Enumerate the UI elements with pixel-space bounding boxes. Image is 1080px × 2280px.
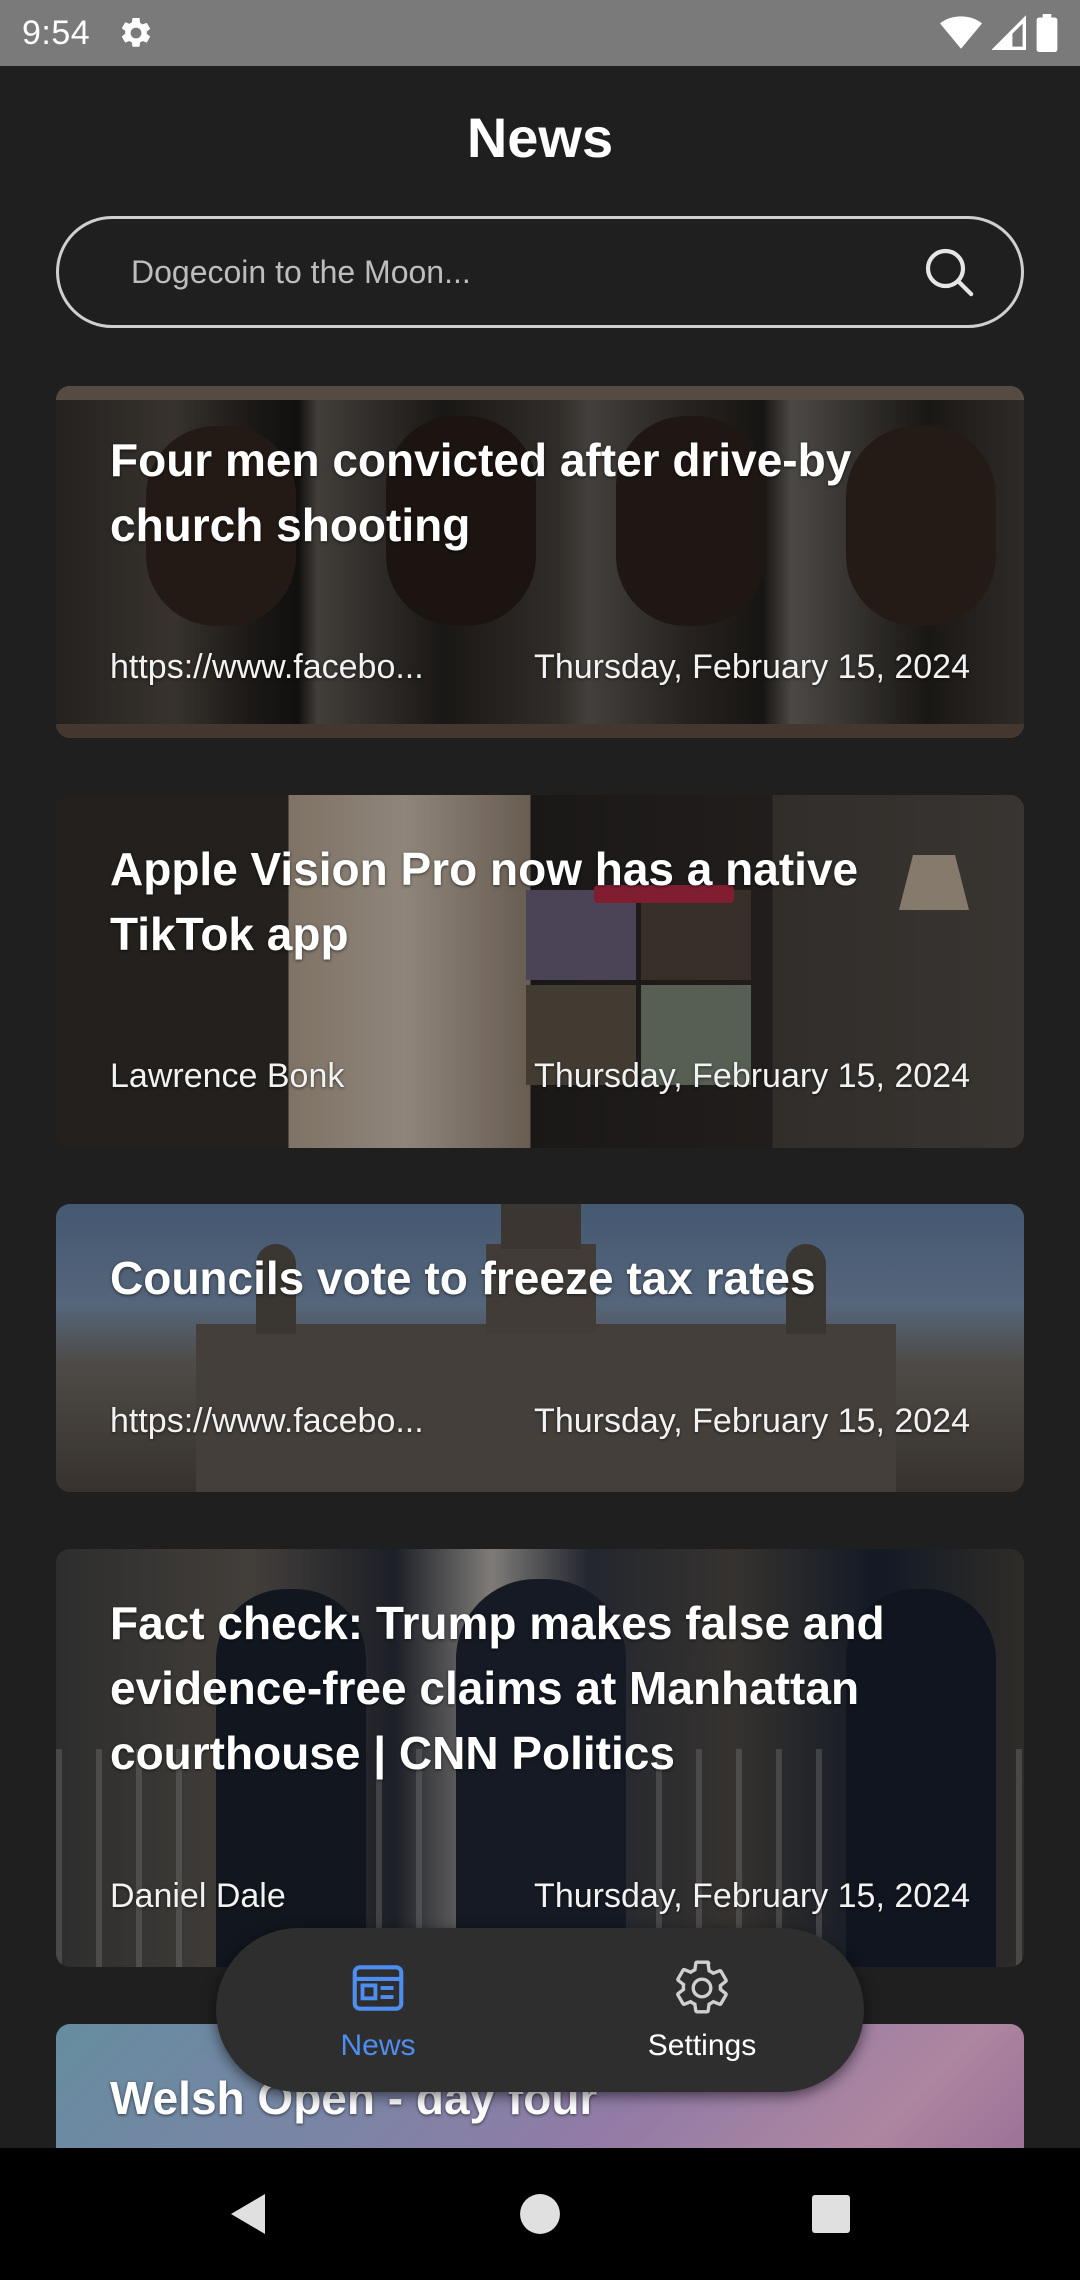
settings-gear-icon — [122, 17, 151, 47]
news-card-source: Daniel Dale — [110, 1877, 286, 1915]
news-card-source: Lawrence Bonk — [110, 1057, 345, 1095]
nav-item-news[interactable]: News — [216, 1928, 540, 2092]
search-input[interactable] — [129, 252, 921, 292]
news-card-title: Fact check: Trump makes false and eviden… — [110, 1597, 885, 1779]
news-card-date: Thursday, February 15, 2024 — [534, 1877, 970, 1915]
news-card-date: Thursday, February 15, 2024 — [534, 648, 970, 686]
home-icon — [520, 2194, 560, 2234]
news-card-source: https://www.facebo... — [110, 1402, 424, 1440]
back-button[interactable] — [229, 2192, 269, 2236]
nav-item-settings-label: Settings — [647, 2029, 757, 2062]
news-card[interactable]: Fact check: Trump makes false and eviden… — [56, 1549, 1024, 1967]
system-navigation-bar — [0, 2148, 1080, 2280]
battery-icon — [1036, 14, 1058, 52]
recents-icon — [812, 2195, 850, 2233]
status-time: 9:54 — [22, 13, 91, 52]
news-card-source: https://www.facebo... — [110, 648, 424, 686]
bottom-navigation: News Settings — [216, 1928, 864, 2092]
recents-button[interactable] — [811, 2194, 851, 2234]
gear-icon — [676, 1960, 728, 2014]
wifi-icon — [940, 16, 982, 49]
news-card-title: Four men convicted after drive-by church… — [110, 434, 852, 551]
news-card[interactable]: Four men convicted after drive-by church… — [56, 386, 1024, 738]
news-card-title: Councils vote to freeze tax rates — [110, 1252, 816, 1304]
news-card[interactable]: Apple Vision Pro now has a native TikTok… — [56, 795, 1024, 1148]
news-card-title: Apple Vision Pro now has a native TikTok… — [110, 843, 859, 960]
cellular-signal-icon — [992, 15, 1026, 50]
status-bar: 9:54 — [0, 0, 1080, 66]
page-title: News — [466, 106, 614, 169]
nav-item-settings[interactable]: Settings — [540, 1928, 864, 2092]
search-bar[interactable] — [56, 216, 1024, 328]
news-app-screen: 9:54 News Dogecoin to the Moon... Four m… — [0, 0, 1080, 2280]
news-card[interactable]: Councils vote to freeze tax rates https:… — [56, 1204, 1024, 1492]
home-button[interactable] — [519, 2193, 561, 2235]
nav-item-news-label: News — [340, 2029, 416, 2062]
newspaper-icon — [352, 1965, 404, 2011]
search-icon[interactable] — [921, 244, 977, 300]
news-card-date: Thursday, February 15, 2024 — [534, 1057, 970, 1095]
news-card-date: Thursday, February 15, 2024 — [534, 1402, 970, 1440]
back-icon — [231, 2194, 265, 2234]
